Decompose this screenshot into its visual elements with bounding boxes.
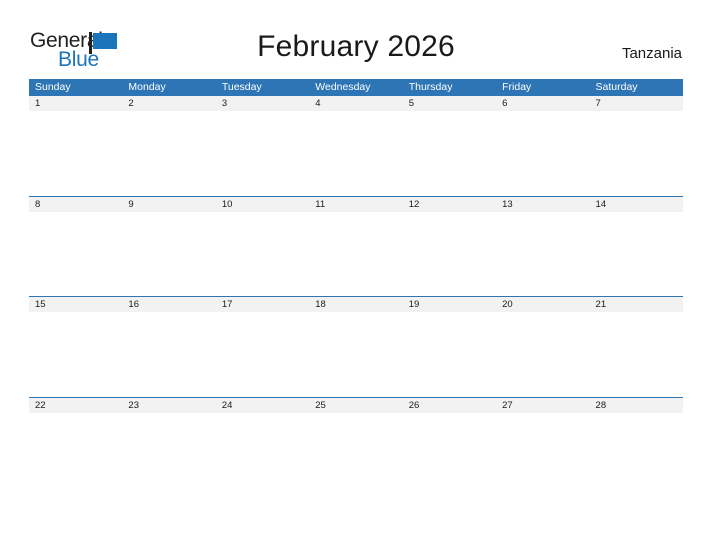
day-note-cell[interactable] bbox=[29, 212, 122, 296]
weekday-header-thursday: Thursday bbox=[408, 81, 453, 93]
date-number[interactable]: 5 bbox=[403, 96, 496, 111]
date-number[interactable]: 7 bbox=[590, 96, 683, 111]
day-note-cell[interactable] bbox=[309, 111, 402, 195]
day-note-cell[interactable] bbox=[496, 111, 589, 195]
day-note-cell[interactable] bbox=[309, 413, 402, 497]
week-date-band: 22 23 24 25 26 27 28 bbox=[29, 397, 683, 413]
day-note-cell[interactable] bbox=[29, 312, 122, 396]
day-note-cell[interactable] bbox=[496, 413, 589, 497]
day-note-cell[interactable] bbox=[309, 312, 402, 396]
date-number[interactable]: 2 bbox=[122, 96, 215, 111]
day-note-cell[interactable] bbox=[216, 413, 309, 497]
day-note-cell[interactable] bbox=[496, 312, 589, 396]
date-number[interactable]: 10 bbox=[216, 197, 309, 212]
date-number[interactable]: 9 bbox=[122, 197, 215, 212]
date-number[interactable]: 15 bbox=[29, 297, 122, 312]
day-note-cell[interactable] bbox=[496, 212, 589, 296]
date-number[interactable]: 16 bbox=[122, 297, 215, 312]
day-note-cell[interactable] bbox=[403, 212, 496, 296]
date-number[interactable]: 18 bbox=[309, 297, 402, 312]
day-note-cell[interactable] bbox=[122, 413, 215, 497]
date-number[interactable]: 23 bbox=[122, 398, 215, 413]
weekday-header-tuesday: Tuesday bbox=[221, 81, 262, 93]
day-note-cell[interactable] bbox=[216, 312, 309, 396]
weekday-header-saturday: Saturday bbox=[595, 81, 638, 93]
date-number[interactable]: 27 bbox=[496, 398, 589, 413]
weekday-header-monday: Monday bbox=[128, 81, 166, 93]
day-note-cell[interactable] bbox=[309, 212, 402, 296]
date-number[interactable]: 12 bbox=[403, 197, 496, 212]
day-note-cell[interactable] bbox=[216, 212, 309, 296]
day-note-cell[interactable] bbox=[122, 111, 215, 195]
date-number[interactable]: 6 bbox=[496, 96, 589, 111]
locale-label: Tanzania bbox=[621, 45, 682, 62]
page-header: General Blue February 2026 Tanzania bbox=[0, 0, 712, 78]
date-number[interactable]: 1 bbox=[29, 96, 122, 111]
date-number[interactable]: 26 bbox=[403, 398, 496, 413]
day-note-cell[interactable] bbox=[590, 111, 683, 195]
weekday-header-row: Sunday Monday Tuesday Wednesday Thursday… bbox=[29, 79, 683, 96]
week-note-area bbox=[29, 412, 683, 497]
weekday-header-friday: Friday bbox=[502, 81, 532, 93]
day-note-cell[interactable] bbox=[590, 413, 683, 497]
date-number[interactable]: 28 bbox=[590, 398, 683, 413]
day-note-cell[interactable] bbox=[590, 212, 683, 296]
page-title: February 2026 bbox=[257, 30, 455, 63]
date-number[interactable]: 8 bbox=[29, 197, 122, 212]
date-number[interactable]: 25 bbox=[309, 398, 402, 413]
day-note-cell[interactable] bbox=[122, 212, 215, 296]
date-number[interactable]: 3 bbox=[216, 96, 309, 111]
week-row: 1 2 3 4 5 6 7 bbox=[29, 96, 683, 196]
week-row: 8 9 10 11 12 13 14 bbox=[29, 195, 683, 297]
day-note-cell[interactable] bbox=[29, 413, 122, 497]
day-note-cell[interactable] bbox=[216, 111, 309, 195]
week-row: 22 23 24 25 26 27 28 bbox=[29, 396, 683, 498]
date-number[interactable]: 11 bbox=[309, 197, 402, 212]
date-number[interactable]: 20 bbox=[496, 297, 589, 312]
date-number[interactable]: 22 bbox=[29, 398, 122, 413]
date-number[interactable]: 14 bbox=[590, 197, 683, 212]
weekday-header-sunday: Sunday bbox=[35, 81, 71, 93]
weekday-header-wednesday: Wednesday bbox=[315, 81, 371, 93]
week-row: 15 16 17 18 19 20 21 bbox=[29, 296, 683, 397]
week-note-area bbox=[29, 312, 683, 396]
date-number[interactable]: 19 bbox=[403, 297, 496, 312]
week-date-band: 15 16 17 18 19 20 21 bbox=[29, 297, 683, 312]
date-number[interactable]: 21 bbox=[590, 297, 683, 312]
day-note-cell[interactable] bbox=[122, 312, 215, 396]
day-note-cell[interactable] bbox=[403, 312, 496, 396]
date-number[interactable]: 24 bbox=[216, 398, 309, 413]
week-date-band: 8 9 10 11 12 13 14 bbox=[29, 196, 683, 212]
week-note-area bbox=[29, 111, 683, 195]
day-note-cell[interactable] bbox=[403, 413, 496, 497]
date-number[interactable]: 13 bbox=[496, 197, 589, 212]
day-note-cell[interactable] bbox=[29, 111, 122, 195]
week-note-area bbox=[29, 211, 683, 296]
week-date-band: 1 2 3 4 5 6 7 bbox=[29, 96, 683, 111]
day-note-cell[interactable] bbox=[590, 312, 683, 396]
date-number[interactable]: 4 bbox=[309, 96, 402, 111]
day-note-cell[interactable] bbox=[403, 111, 496, 195]
calendar-grid: Sunday Monday Tuesday Wednesday Thursday… bbox=[29, 79, 683, 497]
date-number[interactable]: 17 bbox=[216, 297, 309, 312]
